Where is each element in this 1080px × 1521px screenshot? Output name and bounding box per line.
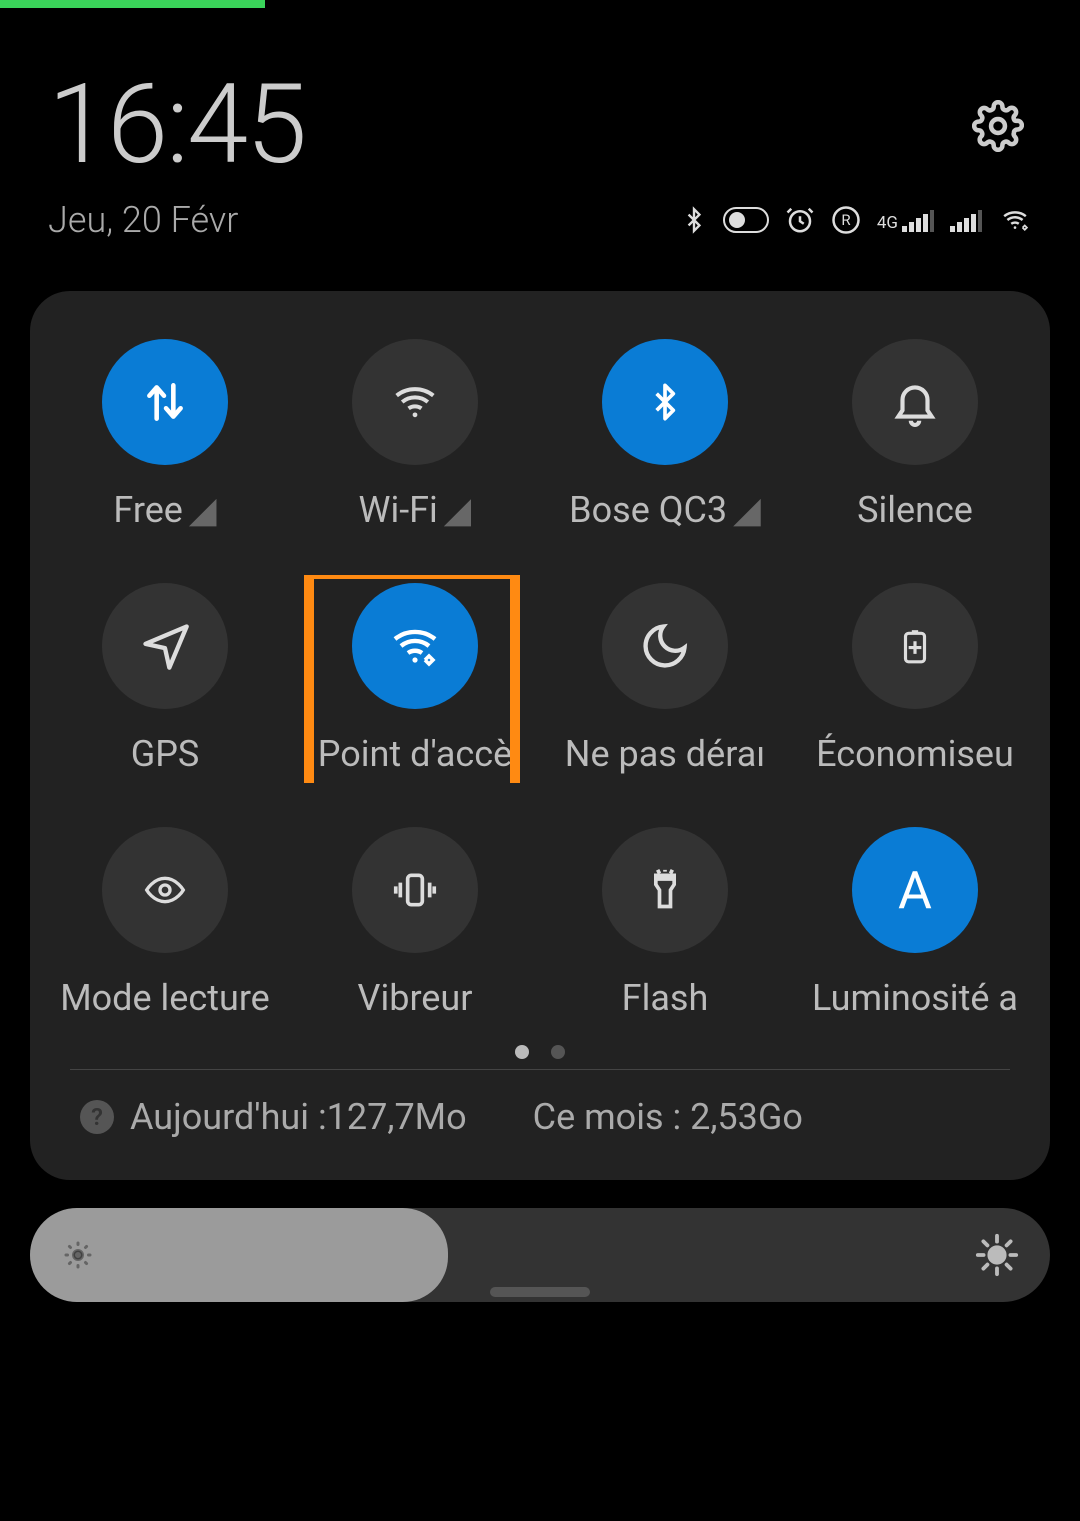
bell-icon: [852, 339, 978, 465]
gear-icon: [972, 100, 1024, 152]
tile-auto-brightness[interactable]: A Luminosité a: [790, 819, 1040, 1027]
tile-dnd[interactable]: Ne pas déraı: [540, 575, 790, 783]
usage-month: Ce mois : 2,53Go: [533, 1096, 803, 1138]
tile-label: Flash: [622, 977, 709, 1019]
tile-reading-mode[interactable]: Mode lecture: [40, 819, 290, 1027]
status-icons: R 4G: [681, 204, 1032, 236]
tile-label: Vibreur: [358, 977, 473, 1019]
divider: [70, 1069, 1010, 1070]
tile-label: Silence: [857, 489, 973, 531]
loading-bar: [0, 0, 265, 8]
toggle-pill-icon: [723, 207, 769, 233]
alarm-icon: [785, 205, 815, 235]
tiles-grid: Free◢ Wi-Fi◢ Bose QC3◢: [40, 331, 1040, 1027]
tile-battery-saver[interactable]: Économiseu: [790, 575, 1040, 783]
brightness-high-icon: [974, 1232, 1020, 1278]
signal-1-icon: [902, 208, 934, 232]
gps-icon: [102, 583, 228, 709]
wifi-icon: [352, 339, 478, 465]
usage-today: Aujourd'hui :127,7Mo: [130, 1096, 467, 1138]
hotspot-icon: [352, 583, 478, 709]
circle-r-icon: R: [831, 205, 861, 235]
clock-time: 16:45: [48, 60, 305, 189]
auto-icon: A: [852, 827, 978, 953]
tile-bluetooth[interactable]: Bose QC3◢: [540, 331, 790, 539]
page-dot-1: [515, 1045, 529, 1059]
tile-label: Économiseu: [816, 733, 1014, 775]
tile-label: Mode lecture: [60, 977, 270, 1019]
date-label: Jeu, 20 Févr: [48, 199, 238, 241]
data-usage-row[interactable]: ? Aujourd'hui :127,7Mo Ce mois : 2,53Go: [40, 1074, 1040, 1160]
brightness-low-icon: [60, 1237, 96, 1273]
bluetooth-icon: [681, 204, 707, 236]
battery-icon: [852, 583, 978, 709]
svg-text:R: R: [841, 211, 850, 229]
tile-hotspot[interactable]: Point d'accè: [290, 575, 540, 783]
moon-icon: [602, 583, 728, 709]
quick-settings-panel: Free◢ Wi-Fi◢ Bose QC3◢: [30, 291, 1050, 1180]
tile-label: Bose QC3◢: [569, 489, 761, 531]
vibrate-icon: [352, 827, 478, 953]
data-icon: [102, 339, 228, 465]
tile-label: GPS: [131, 733, 200, 775]
eye-icon: [102, 827, 228, 953]
nav-handle[interactable]: [490, 1287, 590, 1297]
tile-label: Free◢: [113, 489, 216, 531]
tile-silence[interactable]: Silence: [790, 331, 1040, 539]
settings-button[interactable]: [972, 100, 1024, 152]
tile-label: Wi-Fi◢: [359, 489, 472, 531]
tile-mobile-data[interactable]: Free◢: [40, 331, 290, 539]
tile-gps[interactable]: GPS: [40, 575, 290, 783]
page-indicator[interactable]: [40, 1045, 1040, 1059]
tile-label: Luminosité a: [812, 977, 1018, 1019]
tile-label: Point d'accè: [318, 733, 512, 775]
tile-vibrate[interactable]: Vibreur: [290, 819, 540, 1027]
page-dot-2: [551, 1045, 565, 1059]
tile-wifi[interactable]: Wi-Fi◢: [290, 331, 540, 539]
torch-icon: [602, 827, 728, 953]
signal-2-icon: [950, 208, 982, 232]
help-icon: ?: [80, 1100, 114, 1134]
tile-label: Ne pas déraı: [565, 733, 765, 775]
network-type-label: 4G: [877, 215, 898, 232]
tile-flashlight[interactable]: Flash: [540, 819, 790, 1027]
bluetooth-icon: [602, 339, 728, 465]
wifi-status-icon: [998, 207, 1032, 233]
